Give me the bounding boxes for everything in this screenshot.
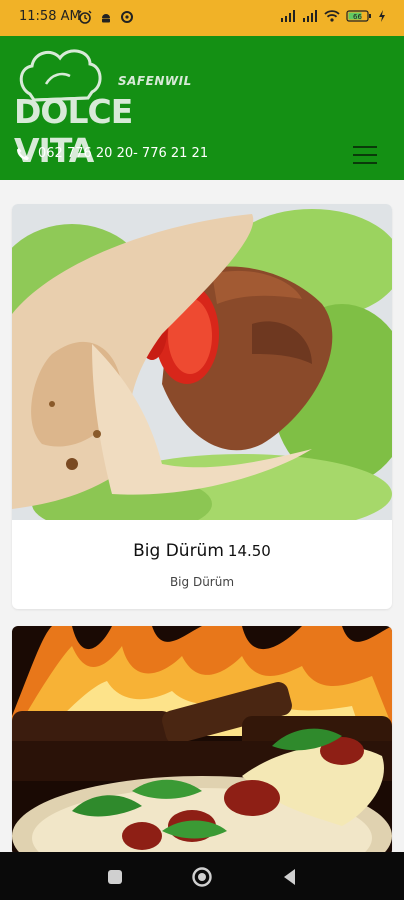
recents-button[interactable] bbox=[104, 866, 126, 888]
battery-level: 66 bbox=[353, 13, 362, 21]
status-bar: 11:58 AM 66 bbox=[0, 0, 404, 36]
status-time: 11:58 AM bbox=[19, 9, 81, 24]
system-nav-bar bbox=[0, 852, 404, 900]
logo-subtitle: SAFENWIL bbox=[118, 74, 192, 88]
hamburger-line bbox=[353, 162, 377, 164]
app-header: SAFENWIL DOLCE VITA 062 776 20 20- 776 2… bbox=[0, 36, 404, 180]
menu-item-description: Big Dürüm bbox=[169, 575, 235, 589]
back-icon bbox=[284, 869, 295, 885]
back-button[interactable] bbox=[279, 866, 301, 888]
hamburger-line bbox=[353, 154, 377, 156]
hamburger-menu-icon bbox=[353, 146, 377, 148]
menu-item-image bbox=[12, 204, 392, 520]
menu-button[interactable] bbox=[353, 144, 379, 166]
phone-number: 062 776 20 20- 776 21 21 bbox=[38, 146, 209, 161]
signal-icon bbox=[281, 10, 295, 22]
menu-item-price: 14.50 bbox=[227, 542, 271, 560]
alarm-icon bbox=[78, 10, 92, 24]
recents-icon bbox=[108, 870, 122, 884]
home-button[interactable] bbox=[191, 866, 213, 888]
logo[interactable]: SAFENWIL DOLCE VITA bbox=[14, 44, 204, 170]
phone-icon bbox=[17, 147, 29, 160]
battery-icon: 66 bbox=[346, 10, 371, 22]
menu-item-image bbox=[12, 626, 392, 856]
phone-contact[interactable]: 062 776 20 20- 776 21 21 bbox=[16, 146, 208, 161]
menu-item-title: Big Dürüm 14.50 bbox=[12, 541, 392, 561]
home-icon bbox=[192, 867, 212, 887]
settings-icon bbox=[121, 11, 133, 23]
wifi-icon bbox=[324, 10, 340, 22]
signal-icon bbox=[303, 10, 317, 22]
charging-icon bbox=[379, 10, 385, 22]
menu-item-card[interactable]: Big Dürüm 14.50 Big Dürüm bbox=[12, 204, 392, 609]
menu-item-name: Big Dürüm bbox=[133, 541, 224, 561]
menu-item-card[interactable] bbox=[12, 626, 392, 856]
android-icon bbox=[102, 14, 110, 23]
